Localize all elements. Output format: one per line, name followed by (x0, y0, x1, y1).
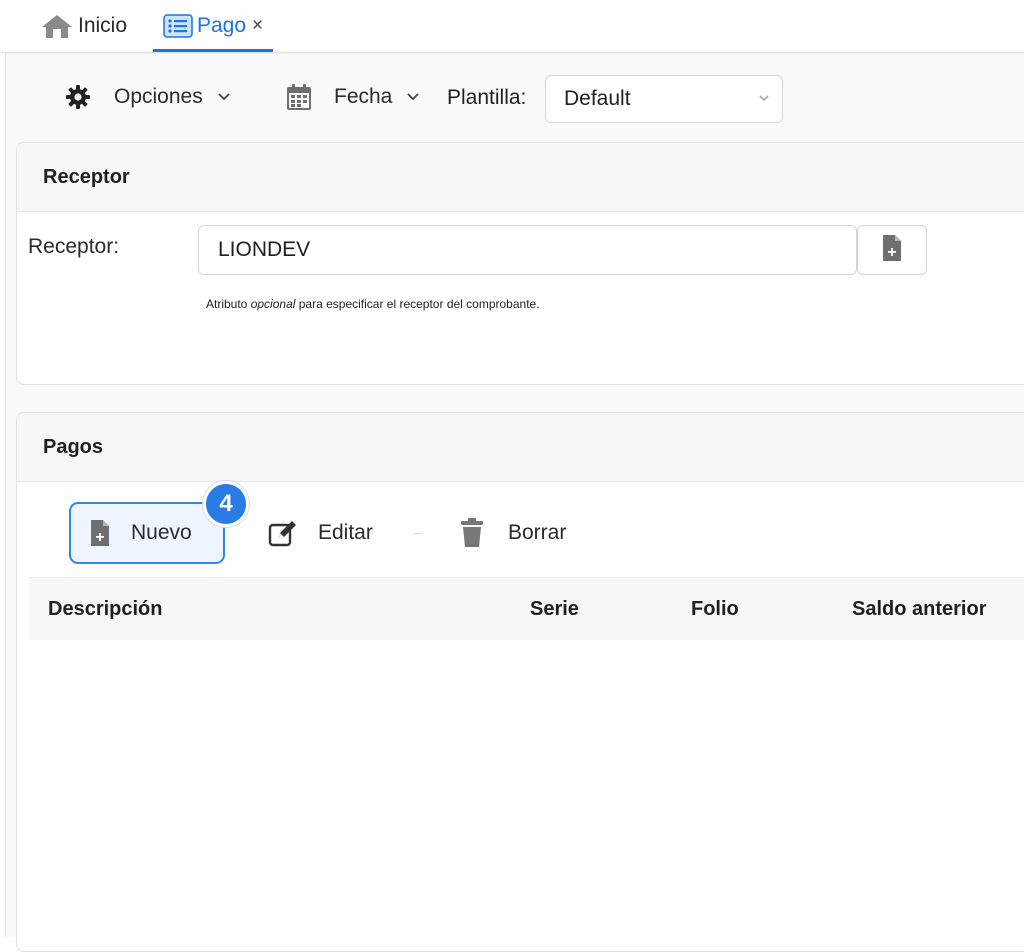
borrar-label: Borrar (508, 521, 567, 544)
tab-inicio-label: Inicio (78, 14, 128, 37)
receptor-card: Receptor Receptor: Atributo opcional par… (16, 142, 1024, 385)
pagos-card: Pagos Nuevo 4 Editar Borrar Descripción … (16, 412, 1024, 952)
calendar-icon (286, 83, 312, 111)
toolbar-divider (414, 533, 422, 534)
help-text-suffix: para especificar el receptor del comprob… (295, 297, 540, 311)
receptor-help-text: Atributo opcional para especificar el re… (206, 297, 540, 311)
receptor-field-label: Receptor: (28, 235, 120, 258)
editar-button[interactable]: Editar (268, 516, 373, 550)
main-panel: Opciones Fecha Plantilla: Default Recept… (5, 53, 1024, 952)
nuevo-label: Nuevo (131, 521, 192, 544)
file-plus-icon (89, 519, 111, 547)
tab-pago[interactable]: Pago × (153, 0, 274, 52)
editar-label: Editar (318, 521, 373, 544)
opciones-label: Opciones (114, 85, 203, 108)
receptor-card-title: Receptor (17, 143, 1024, 212)
plantilla-value: Default (564, 87, 631, 110)
tab-bar: Inicio Pago × (0, 0, 1024, 53)
fecha-label: Fecha (334, 85, 393, 108)
pagos-actions: Nuevo 4 Editar Borrar (17, 481, 1024, 576)
column-header-folio[interactable]: Folio (691, 598, 739, 621)
opciones-menu[interactable]: Opciones (64, 82, 231, 112)
file-plus-icon (881, 234, 903, 267)
pagos-card-title: Pagos (17, 413, 1024, 482)
chevron-down-icon (758, 94, 770, 102)
borrar-button[interactable]: Borrar (460, 516, 566, 550)
new-receptor-button[interactable] (857, 225, 927, 275)
step-badge: 4 (203, 481, 249, 527)
list-icon (163, 14, 193, 38)
close-icon[interactable]: × (252, 15, 263, 37)
column-header-serie[interactable]: Serie (530, 598, 579, 621)
fecha-menu[interactable]: Fecha (286, 82, 420, 112)
gear-icon (64, 83, 92, 111)
column-header-saldo-anterior[interactable]: Saldo anterior (852, 598, 986, 621)
edit-icon (268, 519, 298, 547)
help-text-prefix: Atributo (206, 297, 251, 311)
tab-pago-label: Pago (197, 14, 247, 37)
tab-inicio[interactable]: Inicio (40, 0, 127, 52)
home-icon (40, 13, 74, 39)
chevron-down-icon (217, 92, 231, 102)
plantilla-select[interactable]: Default (545, 75, 783, 123)
chevron-down-icon (406, 92, 420, 102)
nuevo-button[interactable]: Nuevo (69, 502, 225, 564)
pagos-table-body (29, 640, 1024, 940)
toolbar: Opciones Fecha Plantilla: Default (6, 54, 1024, 142)
receptor-input[interactable] (198, 225, 857, 275)
plantilla-label: Plantilla: (447, 86, 527, 109)
trash-icon (460, 518, 484, 548)
column-header-descripcion[interactable]: Descripción (48, 598, 162, 621)
pagos-table-header: Descripción Serie Folio Saldo anterior (29, 577, 1024, 641)
help-text-emphasis: opcional (250, 297, 296, 311)
